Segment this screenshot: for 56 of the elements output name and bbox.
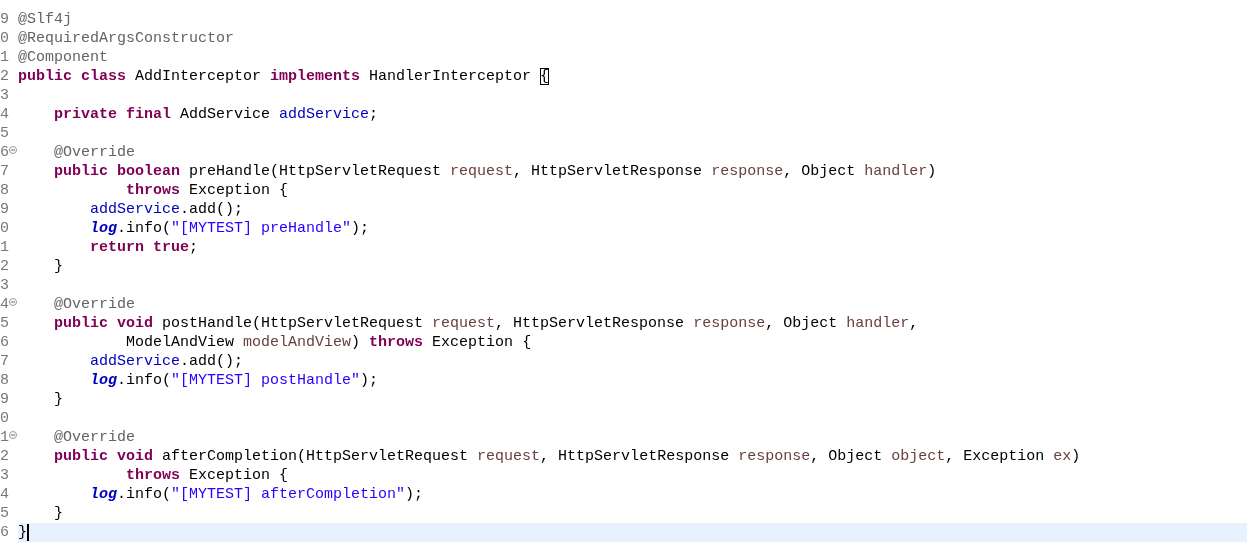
line-number: 1 xyxy=(0,428,9,447)
line-number: 9 xyxy=(0,200,9,219)
line-number: 9 xyxy=(0,10,9,29)
code-line: @Override xyxy=(53,143,136,162)
code-line: throws Exception { xyxy=(125,466,289,485)
code-line: throws Exception { xyxy=(125,181,289,200)
code-line: public boolean preHandle(HttpServletRequest request, HttpServletResponse response, Object handler) xyxy=(53,162,937,181)
code-line: log.info("[MYTEST] postHandle"); xyxy=(89,371,379,390)
line-number: 3 xyxy=(0,276,9,295)
line-number: 3 xyxy=(0,466,9,485)
code-line: private final AddService addService; xyxy=(53,105,379,124)
code-line: log.info("[MYTEST] preHandle"); xyxy=(89,219,370,238)
code-line: } xyxy=(53,504,63,523)
line-number: 9 xyxy=(0,390,9,409)
code-line: @RequiredArgsConstructor xyxy=(18,29,235,48)
line-number: 8 xyxy=(0,181,9,200)
line-number: 2 xyxy=(0,257,9,276)
code-line: @Override xyxy=(53,295,136,314)
code-line: addService.add(); xyxy=(89,352,244,371)
collapse-icon[interactable] xyxy=(9,297,17,306)
line-number: 1 xyxy=(0,238,9,257)
code-line: ModelAndView modelAndView) throws Exception { xyxy=(125,333,532,352)
code-line: } xyxy=(18,523,27,542)
code-line: public void postHandle(HttpServletRequest request, HttpServletResponse response, Object handler, xyxy=(53,314,919,333)
line-number: 4 xyxy=(0,485,9,504)
line-number: 2 xyxy=(0,67,9,86)
line-number: 3 xyxy=(0,86,9,105)
line-number: 0 xyxy=(0,29,9,48)
code-line: @Slf4j xyxy=(18,10,72,29)
code-line: return true; xyxy=(89,238,199,257)
line-number: 0 xyxy=(0,409,9,428)
line-number: 5 xyxy=(0,504,9,523)
code-line: } xyxy=(53,257,63,276)
line-number: 5 xyxy=(0,124,9,143)
line-number: 6 xyxy=(0,143,9,162)
line-number: 2 xyxy=(0,447,9,466)
line-number: 7 xyxy=(0,162,9,181)
code-line: @Component xyxy=(18,48,108,67)
code-line: addService.add(); xyxy=(89,200,244,219)
line-number: 4 xyxy=(0,105,9,124)
text-cursor xyxy=(27,524,29,541)
code-line: public class AddInterceptor implements HandlerInterceptor { xyxy=(18,67,550,86)
line-number: 6 xyxy=(0,333,9,352)
code-line: log.info("[MYTEST] afterCompletion"); xyxy=(89,485,424,504)
collapse-icon[interactable] xyxy=(9,430,17,439)
line-number: 7 xyxy=(0,352,9,371)
line-number: 0 xyxy=(0,219,9,238)
line-number: 4 xyxy=(0,295,9,314)
line-number: 5 xyxy=(0,314,9,333)
code-line: } xyxy=(53,390,63,409)
code-line: @Override xyxy=(53,428,136,447)
line-number: 8 xyxy=(0,371,9,390)
line-number: 1 xyxy=(0,48,9,67)
code-line: public void afterCompletion(HttpServletRequest request, HttpServletResponse response, Object object, Exception ex) xyxy=(53,447,1081,466)
collapse-icon[interactable] xyxy=(9,145,17,154)
line-number: 6 xyxy=(0,523,9,542)
